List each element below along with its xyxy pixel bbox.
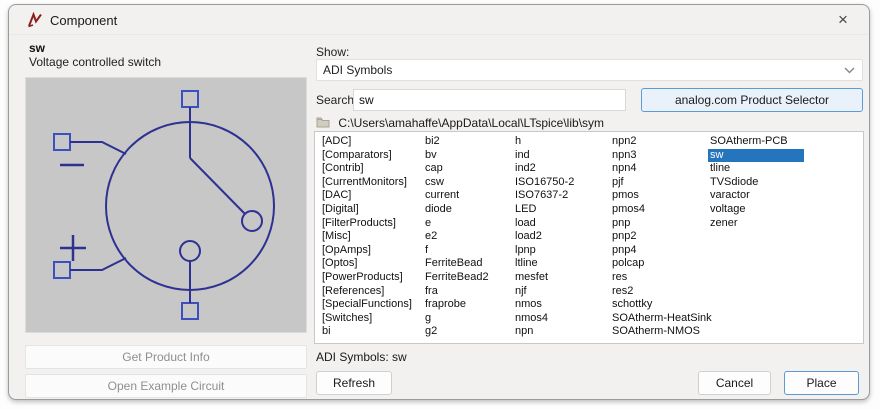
library-path: C:\Users\amahaffe\AppData\Local\LTspice\… — [316, 116, 604, 131]
list-item[interactable]: bv — [423, 149, 511, 163]
list-item[interactable]: bi — [320, 325, 420, 339]
list-item[interactable]: e2 — [423, 230, 511, 244]
list-item[interactable]: [CurrentMonitors] — [320, 176, 420, 190]
list-item[interactable]: e — [423, 217, 511, 231]
list-item[interactable]: ISO16750-2 — [513, 176, 607, 190]
list-item[interactable]: nmos4 — [513, 312, 607, 326]
symbol-library-dropdown[interactable]: ADI Symbols — [316, 59, 863, 81]
list-item[interactable]: [DAC] — [320, 189, 420, 203]
folder-icon — [316, 117, 330, 128]
list-item[interactable]: voltage — [708, 203, 804, 217]
list-item[interactable]: g — [423, 312, 511, 326]
list-item[interactable]: mesfet — [513, 271, 607, 285]
list-column-2: bi2bvcapcswcurrentdiodeee2fFerriteBeadFe… — [423, 135, 511, 339]
list-item[interactable]: g2 — [423, 325, 511, 339]
list-item[interactable]: SOAtherm-NMOS — [610, 325, 738, 339]
place-button[interactable]: Place — [784, 371, 859, 395]
list-item[interactable]: [PowerProducts] — [320, 271, 420, 285]
component-dialog: Component × sw Voltage controlled switch — [8, 4, 870, 400]
show-label: Show: — [316, 45, 349, 59]
list-item[interactable]: res2 — [610, 285, 738, 299]
list-item[interactable]: [References] — [320, 285, 420, 299]
list-item[interactable]: ltline — [513, 257, 607, 271]
list-item[interactable]: current — [423, 189, 511, 203]
list-item[interactable]: [Comparators] — [320, 149, 420, 163]
list-item[interactable]: csw — [423, 176, 511, 190]
selection-status: ADI Symbols: sw — [316, 350, 407, 364]
list-item[interactable]: FerriteBead — [423, 257, 511, 271]
list-item[interactable]: [Misc] — [320, 230, 420, 244]
list-item[interactable]: h — [513, 135, 607, 149]
ltspice-app-icon — [27, 12, 43, 28]
list-item[interactable]: [OpAmps] — [320, 244, 420, 258]
list-item-selected[interactable]: sw — [708, 149, 804, 163]
list-item[interactable]: ISO7637-2 — [513, 189, 607, 203]
list-item[interactable]: pnp4 — [610, 244, 738, 258]
cancel-button[interactable]: Cancel — [698, 371, 771, 395]
list-item[interactable]: [Optos] — [320, 257, 420, 271]
product-selector-button[interactable]: analog.com Product Selector — [641, 88, 863, 112]
list-item[interactable]: fra — [423, 285, 511, 299]
list-item[interactable]: fraprobe — [423, 298, 511, 312]
list-column-categories: [ADC][Comparators][Contrib][CurrentMonit… — [320, 135, 420, 339]
list-item[interactable]: ind — [513, 149, 607, 163]
list-item[interactable]: diode — [423, 203, 511, 217]
list-item[interactable]: res — [610, 271, 738, 285]
list-item[interactable]: FerriteBead2 — [423, 271, 511, 285]
chevron-down-icon — [844, 67, 855, 74]
list-item[interactable]: LED — [513, 203, 607, 217]
list-item[interactable]: [ADC] — [320, 135, 420, 149]
list-item[interactable]: polcap — [610, 257, 738, 271]
list-item[interactable]: zener — [708, 217, 804, 231]
list-item[interactable]: TVSdiode — [708, 176, 804, 190]
refresh-button[interactable]: Refresh — [316, 371, 392, 395]
list-item[interactable]: f — [423, 244, 511, 258]
list-item[interactable]: tline — [708, 162, 804, 176]
get-product-info-button[interactable]: Get Product Info — [25, 345, 307, 369]
list-item[interactable]: varactor — [708, 189, 804, 203]
list-item[interactable]: nmos — [513, 298, 607, 312]
list-item[interactable]: [FilterProducts] — [320, 217, 420, 231]
list-item[interactable]: [Contrib] — [320, 162, 420, 176]
dropdown-selected-value: ADI Symbols — [323, 63, 392, 77]
list-item[interactable]: [Switches] — [320, 312, 420, 326]
component-list[interactable]: [ADC][Comparators][Contrib][CurrentMonit… — [314, 131, 864, 344]
list-item[interactable]: pnp2 — [610, 230, 738, 244]
list-item[interactable]: SOAtherm-HeatSink — [610, 312, 738, 326]
component-description: Voltage controlled switch — [29, 55, 161, 69]
search-input[interactable] — [353, 89, 626, 111]
list-item[interactable]: [Digital] — [320, 203, 420, 217]
list-item[interactable]: SOAtherm-PCB — [708, 135, 804, 149]
list-item[interactable]: load2 — [513, 230, 607, 244]
list-item[interactable]: load — [513, 217, 607, 231]
list-item[interactable]: schottky — [610, 298, 738, 312]
close-icon[interactable]: × — [831, 9, 855, 31]
symbol-preview — [25, 77, 307, 333]
switch-symbol-drawing — [26, 78, 306, 332]
list-item[interactable]: npn — [513, 325, 607, 339]
list-item[interactable]: lpnp — [513, 244, 607, 258]
title-bar: Component × — [9, 5, 869, 35]
list-item[interactable]: bi2 — [423, 135, 511, 149]
library-path-text: C:\Users\amahaffe\AppData\Local\LTspice\… — [338, 116, 604, 130]
open-example-circuit-button[interactable]: Open Example Circuit — [25, 374, 307, 398]
list-item[interactable]: [SpecialFunctions] — [320, 298, 420, 312]
list-column-5: SOAtherm-PCBswtlineTVSdiodevaractorvolta… — [708, 135, 804, 230]
window-title: Component — [50, 13, 117, 28]
component-name: sw — [29, 41, 45, 55]
list-item[interactable]: njf — [513, 285, 607, 299]
list-item[interactable]: cap — [423, 162, 511, 176]
list-item[interactable]: ind2 — [513, 162, 607, 176]
list-column-3: hindind2ISO16750-2ISO7637-2LEDloadload2l… — [513, 135, 607, 339]
search-label: Search: — [316, 93, 357, 107]
